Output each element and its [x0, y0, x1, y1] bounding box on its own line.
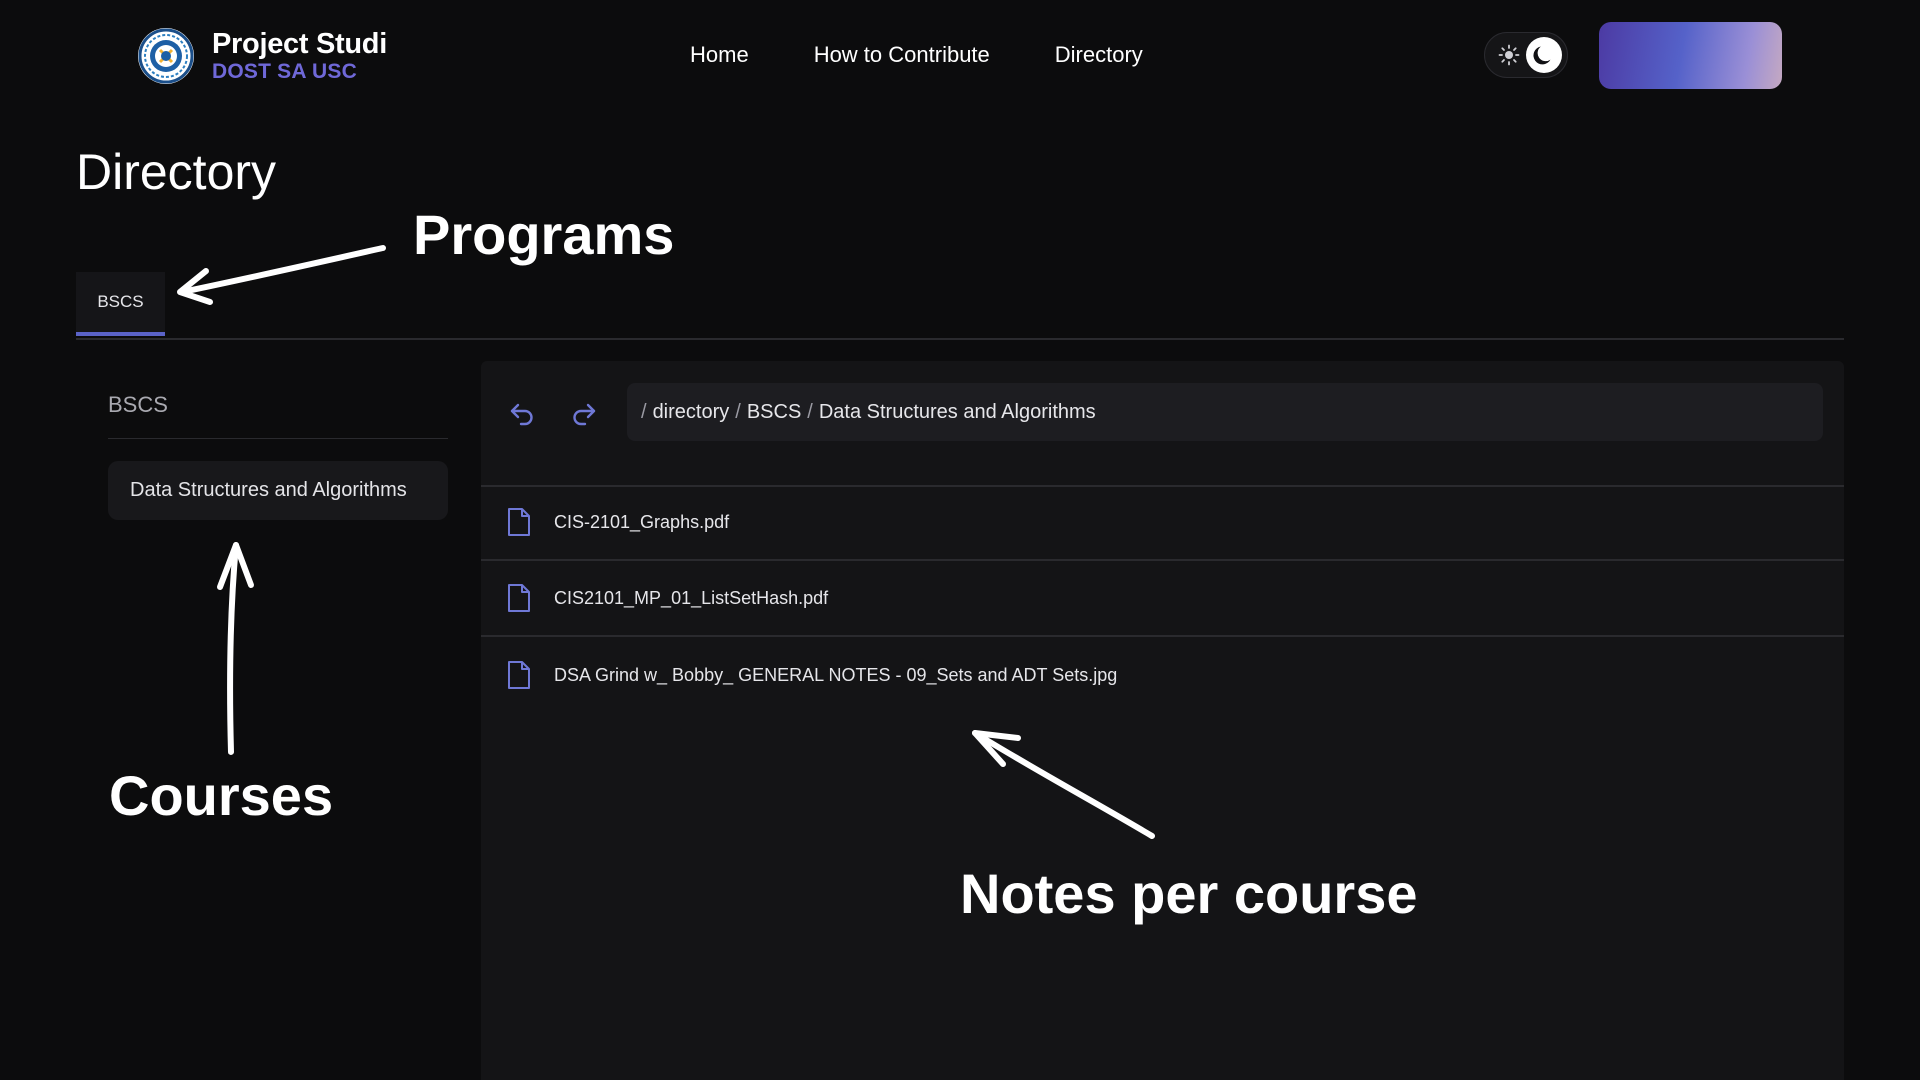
nav-how-to-contribute-link[interactable]: How to Contribute	[814, 40, 990, 70]
breadcrumb-item-course[interactable]: Data Structures and Algorithms	[819, 401, 1096, 424]
course-sidebar: BSCS Data Structures and Algorithms	[108, 390, 448, 520]
nav-home-link[interactable]: Home	[690, 40, 749, 70]
toggle-knob	[1526, 37, 1562, 73]
file-icon	[508, 584, 530, 612]
logo-icon	[138, 28, 194, 84]
undo-icon	[510, 403, 533, 426]
file-browser-toolbar: / directory / BSCS / Data Structures and…	[481, 361, 1844, 487]
moon-icon	[1533, 46, 1551, 65]
breadcrumb: / directory / BSCS / Data Structures and…	[627, 383, 1823, 441]
file-name: DSA Grind w_ Bobby_ GENERAL NOTES - 09_S…	[554, 664, 1118, 685]
redo-icon	[573, 403, 596, 426]
file-icon	[508, 508, 530, 536]
brand-logo-link[interactable]: Project Studi DOST SA USC	[138, 28, 387, 84]
theme-toggle[interactable]	[1484, 32, 1568, 78]
sidebar-item-course[interactable]: Data Structures and Algorithms	[108, 461, 448, 520]
back-button[interactable]	[500, 391, 544, 435]
breadcrumb-item-directory[interactable]: directory	[653, 401, 730, 424]
breadcrumb-separator: /	[641, 400, 647, 423]
arrow-to-courses	[227, 542, 239, 755]
breadcrumb-separator: /	[735, 400, 741, 423]
file-browser-panel: / directory / BSCS / Data Structures and…	[481, 361, 1844, 1080]
file-row[interactable]: CIS-2101_Graphs.pdf	[481, 485, 1844, 561]
main-nav: Home How to Contribute Directory	[690, 40, 1143, 70]
file-icon	[508, 661, 530, 689]
program-tab-bar: BSCS	[76, 272, 1844, 340]
brand-text: Project Studi DOST SA USC	[212, 28, 387, 84]
breadcrumb-separator: /	[807, 400, 813, 423]
annotation-notes: Notes per course	[960, 862, 1418, 925]
brand-subtitle: DOST SA USC	[212, 60, 357, 83]
brand-title: Project Studi	[212, 28, 387, 60]
header-action-button[interactable]	[1599, 22, 1782, 89]
sun-icon	[1498, 44, 1520, 66]
page-title: Directory	[76, 144, 277, 200]
sidebar-heading: BSCS	[108, 390, 448, 439]
file-row[interactable]: CIS2101_MP_01_ListSetHash.pdf	[481, 561, 1844, 637]
annotation-programs: Programs	[413, 203, 675, 266]
file-name: CIS-2101_Graphs.pdf	[554, 511, 730, 532]
file-list: CIS-2101_Graphs.pdf CIS2101_MP_01_ListSe…	[481, 485, 1844, 713]
arrow-to-courses-head	[217, 542, 254, 590]
file-row[interactable]: DSA Grind w_ Bobby_ GENERAL NOTES - 09_S…	[481, 637, 1844, 713]
site-header: Project Studi DOST SA USC Home How to Co…	[0, 0, 1920, 110]
annotation-courses: Courses	[109, 764, 334, 827]
nav-directory-link[interactable]: Directory	[1055, 40, 1143, 70]
tab-bscs[interactable]: BSCS	[76, 272, 165, 336]
forward-button[interactable]	[562, 391, 606, 435]
file-name: CIS2101_MP_01_ListSetHash.pdf	[554, 587, 829, 608]
breadcrumb-item-program[interactable]: BSCS	[747, 401, 801, 424]
